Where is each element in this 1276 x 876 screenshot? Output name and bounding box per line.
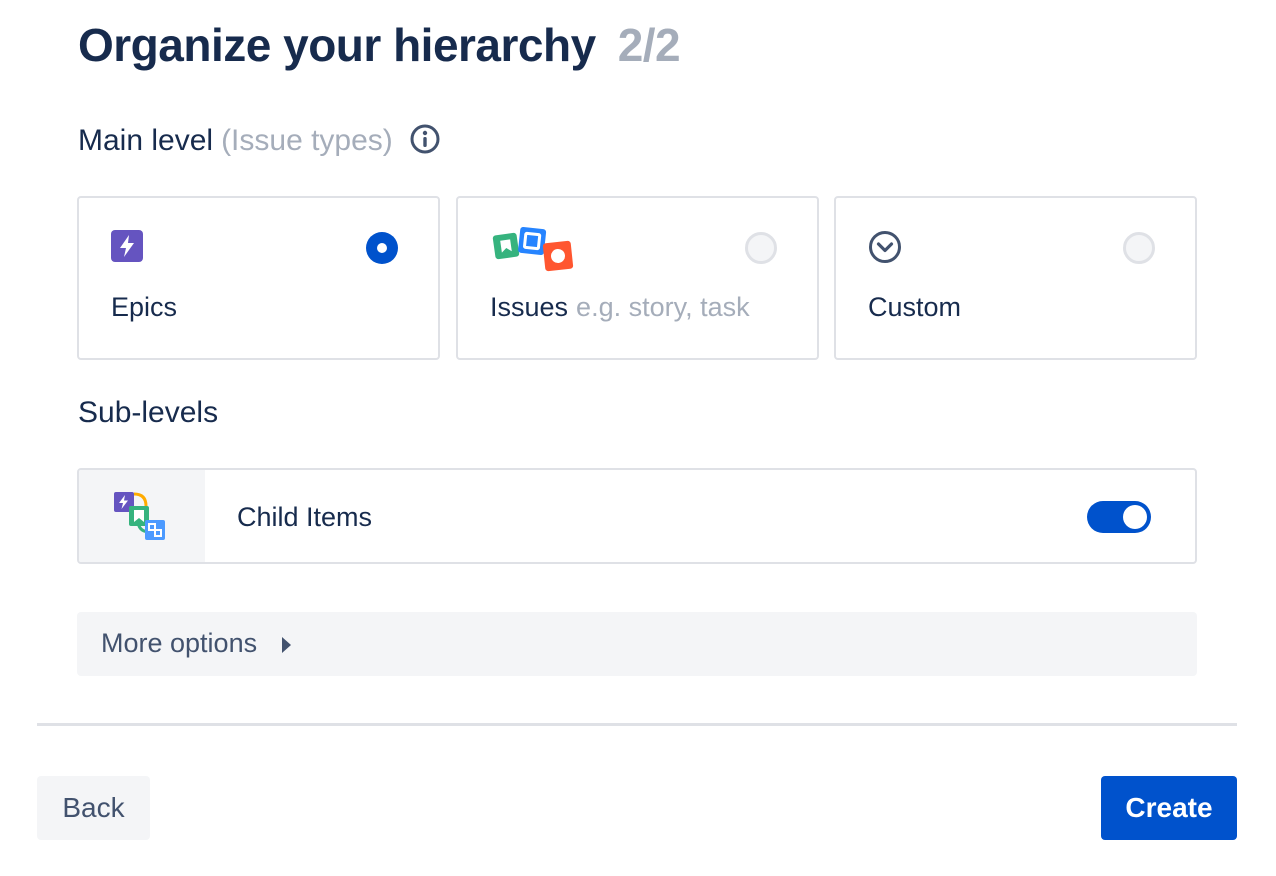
main-level-options: Epics Issues e.g. story, task Custom	[77, 196, 1197, 360]
step-indicator: 2/2	[617, 19, 681, 71]
child-items-label: Child Items	[237, 502, 373, 532]
child-items-icon	[114, 492, 165, 540]
main-level-heading: Main level (Issue types)	[78, 124, 441, 158]
toggle-knob	[1123, 505, 1147, 529]
option-hint-issues: e.g. story, task	[576, 292, 750, 322]
page-title-text: Organize your hierarchy	[78, 19, 596, 71]
more-options-label: More options	[101, 628, 258, 658]
sub-levels-heading: Sub-levels	[78, 396, 219, 429]
page-title: Organize your hierarchy 2/2	[78, 18, 681, 72]
option-card-custom[interactable]: Custom	[834, 196, 1197, 360]
caret-right-icon	[282, 637, 291, 653]
hierarchy-page: Organize your hierarchy 2/2 Main level (Is…	[0, 0, 1276, 876]
option-card-issues[interactable]: Issues e.g. story, task	[456, 196, 819, 360]
main-level-sublabel: (Issue types)	[221, 124, 393, 157]
option-card-epics[interactable]: Epics	[77, 196, 440, 360]
option-label-issues: Issues e.g. story, task	[490, 292, 750, 322]
option-label-epics: Epics	[111, 292, 178, 322]
info-icon[interactable]	[409, 123, 441, 155]
epic-icon	[111, 230, 143, 267]
child-items-toggle[interactable]	[1087, 501, 1151, 533]
radio-issues[interactable]	[745, 232, 777, 264]
radio-custom[interactable]	[1123, 232, 1155, 264]
back-button[interactable]: Back	[37, 776, 150, 840]
more-options-button[interactable]: More options	[77, 612, 1197, 676]
issue-types-icon	[492, 224, 578, 279]
sub-level-child-items: Child Items	[77, 468, 1197, 564]
create-button[interactable]: Create	[1101, 776, 1237, 840]
main-level-label: Main level	[78, 124, 214, 157]
child-items-icon-box	[79, 470, 205, 562]
option-label-custom: Custom	[868, 292, 962, 322]
footer-divider	[37, 723, 1237, 726]
chevron-circle-icon	[868, 230, 902, 269]
radio-epics[interactable]	[366, 232, 398, 264]
